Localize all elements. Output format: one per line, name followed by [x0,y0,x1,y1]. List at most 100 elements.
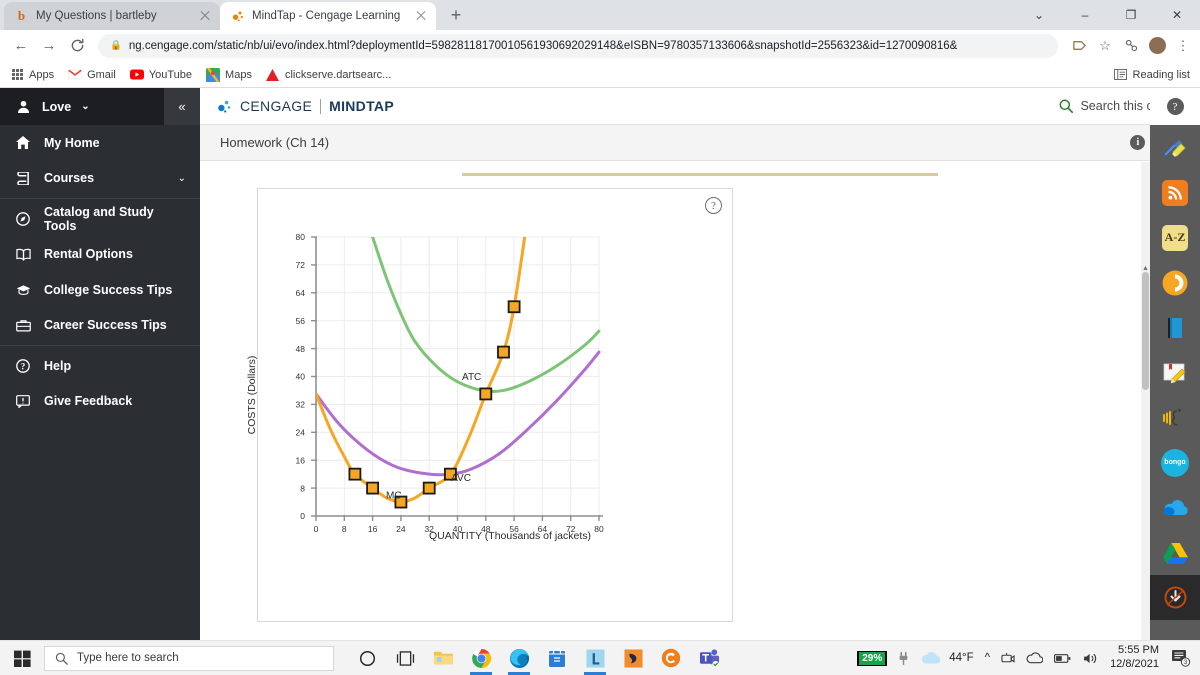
forward-button[interactable]: → [36,33,62,59]
bookmark-maps[interactable]: Maps [206,67,252,82]
sidebar-item-career-success-tips[interactable]: Career Success Tips [0,308,200,344]
extension-icon[interactable] [1070,37,1088,55]
cortana-icon[interactable] [350,642,384,675]
bookmark-label: YouTube [148,68,193,81]
dictionary-az-icon: A-Z [1162,224,1188,251]
search-icon [55,652,68,665]
chrome-menu-icon[interactable]: ⋮ [1174,37,1192,55]
sidebar-item-rental-options[interactable]: Rental Options [0,237,200,273]
minimize-button[interactable]: – [1062,0,1108,30]
avatar[interactable] [1148,37,1166,55]
question-circle-icon[interactable]: ? [705,197,722,214]
reading-list-button[interactable]: Reading list [1114,68,1190,82]
microsoft-edge-icon[interactable] [502,642,536,675]
microsoft-teams-icon[interactable] [692,642,726,675]
rail-help-button[interactable]: ? [1150,88,1200,125]
rail-item-highlighter[interactable] [1150,125,1200,170]
rail-item-download[interactable] [1150,575,1200,620]
cengage-mindtap-logo[interactable]: CENGAGE MINDTAP [216,98,394,115]
bookmark-label: Gmail [87,68,116,81]
zoom-like-orange-icon[interactable] [616,642,650,675]
svg-text:72: 72 [296,260,306,270]
collapse-sidebar-button[interactable]: « [164,88,200,125]
person-icon [14,100,32,113]
sidebar-item-help[interactable]: ? Help [0,348,200,384]
chevron-up-icon[interactable]: ^ [985,652,990,664]
microsoft-store-icon[interactable] [540,642,574,675]
rail-item-onedrive[interactable] [1150,485,1200,530]
bookmark-gmail[interactable]: Gmail [68,68,116,82]
rail-item-rss-feed[interactable] [1150,170,1200,215]
weather-widget[interactable]: 44°F [920,651,974,665]
rail-item-google-drive[interactable] [1150,530,1200,575]
bookmark-youtube[interactable]: YouTube [129,68,193,82]
battery-icon[interactable] [1054,653,1072,664]
sidebar-item-label: Rental Options [44,247,133,262]
clock-time: 5:55 PM [1118,644,1159,657]
profile-extension-icon[interactable] [1122,37,1140,55]
back-button[interactable]: ← [8,33,34,59]
close-icon[interactable] [414,9,428,23]
cengage-spark-icon [216,98,233,115]
tab-title: MindTap - Cengage Learning [252,10,401,22]
bookmark-clickserve[interactable]: clickserve.dartsearc... [266,68,391,82]
volume-icon[interactable] [1083,652,1099,665]
close-window-button[interactable]: ✕ [1154,0,1200,30]
rail-item-dictionary[interactable]: A-Z [1150,215,1200,260]
clock-date: 12/8/2021 [1110,658,1159,670]
tab-strip: b My Questions | bartleby MindTap - Ceng… [0,0,1200,30]
youtube-icon [129,68,144,82]
notepad-pencil-icon [1162,362,1188,384]
reading-list-label: Reading list [1132,68,1190,81]
maximize-button[interactable]: ❐ [1108,0,1154,30]
sidebar-item-courses[interactable]: Courses ⌄ [0,161,200,197]
google-chrome-icon[interactable] [464,642,498,675]
sidebar-item-give-feedback[interactable]: Give Feedback [0,384,200,420]
activity-bar: Homework (Ch 14) i ✕ [200,125,1200,161]
ebook-icon [1163,316,1187,340]
sidebar-item-label: College Success Tips [44,282,173,297]
download-icon [1163,585,1188,610]
page-content: Love ⌄ « My Home Courses ⌄ Catalog and S… [0,88,1200,675]
apps-grid-icon [10,68,24,82]
cengage-c-icon[interactable] [654,642,688,675]
camera-icon[interactable] [1001,652,1015,665]
y-axis-title: COSTS (Dollars) [246,355,258,435]
rail-item-ebook[interactable] [1150,305,1200,350]
windows-start-icon[interactable] [0,641,44,675]
cost-curves-chart: COSTS (Dollars) 0 8 16 24 32 40 48 56 64 72 80 0 8 16… [246,225,734,565]
svg-text:0: 0 [300,511,305,521]
close-icon[interactable] [198,9,212,23]
content-scrollbar[interactable]: ▲ ▼ [1141,162,1150,675]
question-circle-icon: ? [14,358,32,373]
notification-center-icon[interactable]: 3 [1170,647,1192,669]
onedrive-cloud-icon[interactable] [1026,652,1044,664]
browser-tab-mindtap[interactable]: MindTap - Cengage Learning [220,2,436,30]
file-explorer-icon[interactable] [426,642,460,675]
url-bar[interactable]: 🔒 ng.cengage.com/static/nb/ui/evo/index.… [98,33,1058,58]
bookmark-apps[interactable]: Apps [10,68,54,82]
info-icon[interactable]: i [1130,135,1146,150]
taskbar-search-input[interactable]: Type here to search [44,645,334,671]
rail-item-mindtap-mobile[interactable] [1150,260,1200,305]
rail-item-bongo[interactable]: bongo [1150,440,1200,485]
lockdown-browser-icon[interactable] [578,642,612,675]
taskbar-clock[interactable]: 5:55 PM 12/8/2021 [1110,644,1159,672]
dictionary-az-label: A-Z [1164,230,1186,244]
question-circle-icon: ? [1166,98,1184,115]
bartleby-b-icon: b [17,8,26,23]
new-tab-button[interactable]: + [442,1,470,29]
content-divider-top [462,173,938,176]
browser-tab-bartleby[interactable]: b My Questions | bartleby [4,2,220,30]
svg-text:16: 16 [296,455,306,465]
rail-item-read-aloud[interactable] [1150,395,1200,440]
task-view-icon[interactable] [388,642,422,675]
sidebar-item-catalog-and-study-tools[interactable]: Catalog and Study Tools [0,201,200,237]
scrollbar-thumb[interactable] [1142,272,1149,390]
reload-icon[interactable] [64,33,90,59]
rail-item-notepad[interactable] [1150,350,1200,395]
sidebar-item-my-home[interactable]: My Home [0,125,200,161]
bookmark-star-icon[interactable]: ☆ [1096,37,1114,55]
restore-button[interactable]: ⌄ [1016,0,1062,30]
sidebar-item-college-success-tips[interactable]: College Success Tips [0,272,200,308]
